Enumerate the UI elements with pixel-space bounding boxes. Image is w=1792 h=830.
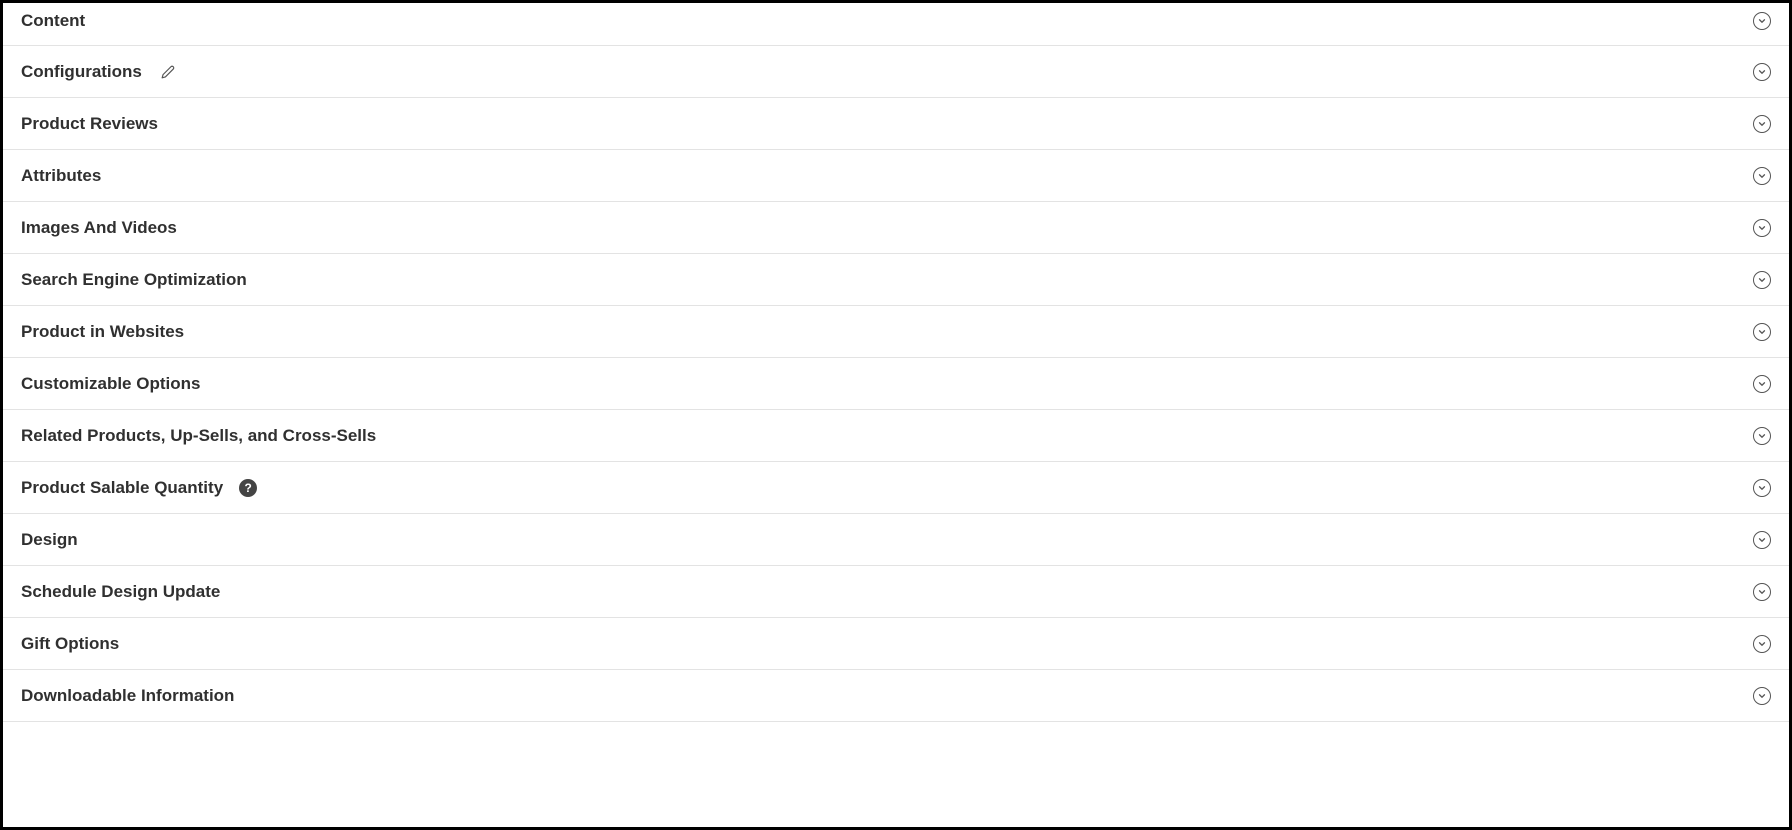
section-title: Customizable Options — [21, 374, 200, 394]
chevron-down-icon[interactable] — [1753, 115, 1771, 133]
section-left: Downloadable Information — [21, 686, 234, 706]
section-row[interactable]: Gift Options — [3, 618, 1789, 670]
chevron-down-icon[interactable] — [1753, 583, 1771, 601]
section-row[interactable]: Product in Websites — [3, 306, 1789, 358]
section-title: Downloadable Information — [21, 686, 234, 706]
chevron-down-icon[interactable] — [1753, 635, 1771, 653]
chevron-down-icon[interactable] — [1753, 219, 1771, 237]
section-left: Gift Options — [21, 634, 119, 654]
section-left: Customizable Options — [21, 374, 200, 394]
section-title: Content — [21, 11, 85, 31]
chevron-down-icon[interactable] — [1753, 687, 1771, 705]
section-title: Design — [21, 530, 78, 550]
section-title: Product Salable Quantity — [21, 478, 223, 498]
section-row[interactable]: Customizable Options — [3, 358, 1789, 410]
chevron-down-icon[interactable] — [1753, 271, 1771, 289]
section-left: Content — [21, 11, 85, 31]
section-title: Schedule Design Update — [21, 582, 220, 602]
section-left: Configurations — [21, 62, 176, 82]
section-row[interactable]: Attributes — [3, 150, 1789, 202]
section-row[interactable]: Images And Videos — [3, 202, 1789, 254]
section-title: Product Reviews — [21, 114, 158, 134]
section-left: Attributes — [21, 166, 101, 186]
edit-icon[interactable] — [160, 64, 176, 80]
accordion-sections: Content Configurations Product Reviews Attr… — [3, 3, 1789, 722]
section-row[interactable]: Search Engine Optimization — [3, 254, 1789, 306]
section-left: Product Salable Quantity? — [21, 478, 257, 498]
section-row[interactable]: Product Reviews — [3, 98, 1789, 150]
section-title: Product in Websites — [21, 322, 184, 342]
section-title: Images And Videos — [21, 218, 177, 238]
section-left: Schedule Design Update — [21, 582, 220, 602]
section-title: Configurations — [21, 62, 142, 82]
section-row[interactable]: Design — [3, 514, 1789, 566]
chevron-down-icon[interactable] — [1753, 12, 1771, 30]
chevron-down-icon[interactable] — [1753, 427, 1771, 445]
section-left: Search Engine Optimization — [21, 270, 247, 290]
section-row[interactable]: Product Salable Quantity? — [3, 462, 1789, 514]
section-row[interactable]: Content — [3, 3, 1789, 46]
chevron-down-icon[interactable] — [1753, 375, 1771, 393]
section-left: Related Products, Up-Sells, and Cross-Se… — [21, 426, 376, 446]
section-left: Design — [21, 530, 78, 550]
chevron-down-icon[interactable] — [1753, 167, 1771, 185]
help-icon[interactable]: ? — [239, 479, 257, 497]
chevron-down-icon[interactable] — [1753, 531, 1771, 549]
section-title: Attributes — [21, 166, 101, 186]
section-title: Gift Options — [21, 634, 119, 654]
chevron-down-icon[interactable] — [1753, 479, 1771, 497]
section-row[interactable]: Schedule Design Update — [3, 566, 1789, 618]
section-row[interactable]: Related Products, Up-Sells, and Cross-Se… — [3, 410, 1789, 462]
section-title: Related Products, Up-Sells, and Cross-Se… — [21, 426, 376, 446]
section-row[interactable]: Downloadable Information — [3, 670, 1789, 722]
section-left: Product in Websites — [21, 322, 184, 342]
chevron-down-icon[interactable] — [1753, 323, 1771, 341]
section-row[interactable]: Configurations — [3, 46, 1789, 98]
section-left: Product Reviews — [21, 114, 158, 134]
section-left: Images And Videos — [21, 218, 177, 238]
section-title: Search Engine Optimization — [21, 270, 247, 290]
chevron-down-icon[interactable] — [1753, 63, 1771, 81]
